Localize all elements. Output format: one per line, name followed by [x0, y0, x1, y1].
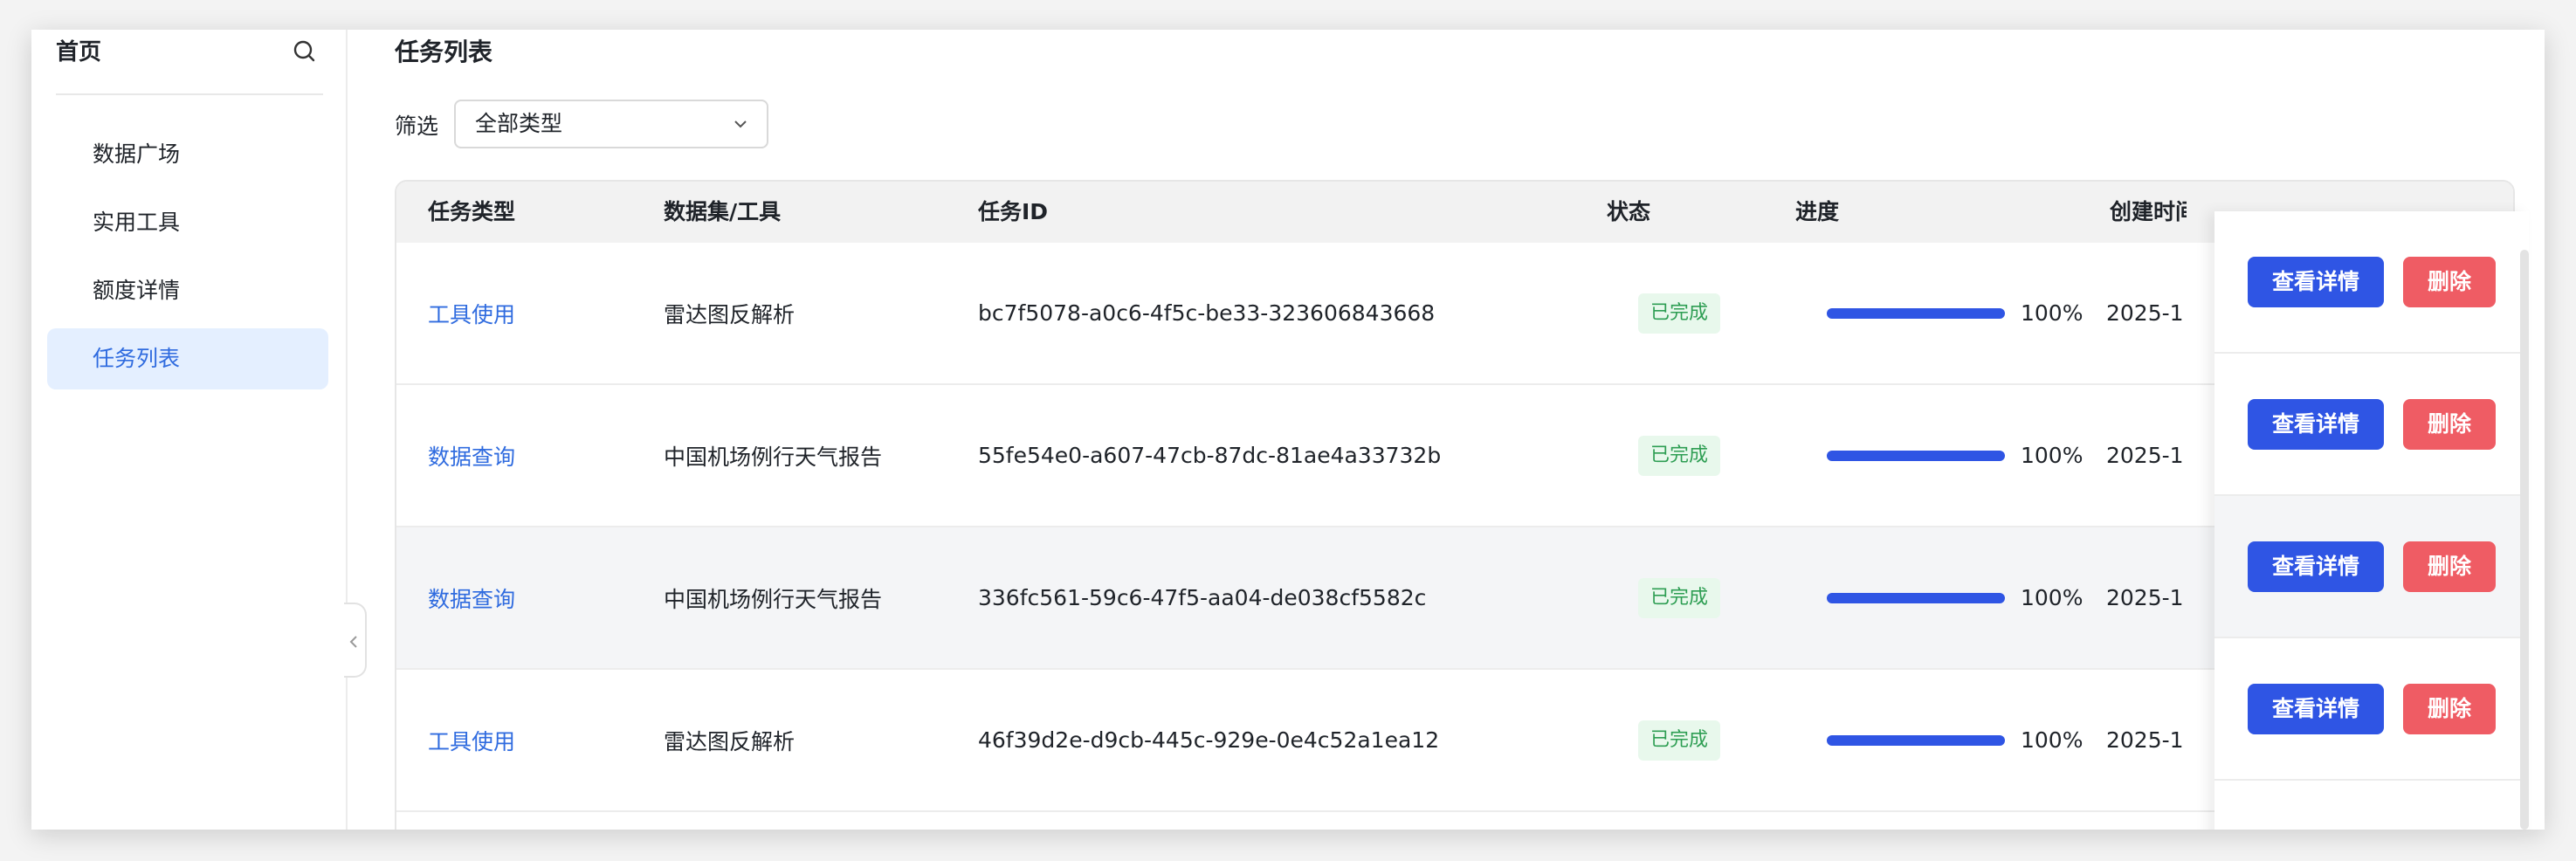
- status-badge: 已完成: [1638, 435, 1721, 476]
- action-row: 查看详情 删除: [2214, 211, 2529, 354]
- progress-bar: [1827, 734, 2005, 746]
- progress-bar-fill: [1827, 307, 2005, 319]
- task-id: bc7f5078-a0c6-4f5c-be33-323606843668: [978, 300, 1436, 326]
- table-header: 任务类型 数据集/工具 任务ID 状态 进度 创建时间: [396, 182, 2513, 245]
- type-filter-select[interactable]: 全部类型: [454, 100, 768, 148]
- progress-bar-fill: [1827, 592, 2005, 603]
- status-badge: 已完成: [1638, 293, 1721, 334]
- status-badge: 已完成: [1638, 577, 1721, 618]
- app-window: 首页 数据广场 实用工具 额度详情 任务列表 任务列表 筛选 全部类型 任务类型…: [31, 30, 2545, 830]
- table-row: 数据查询 中国机场例行天气报告 55fe54e0-a607-47cb-87dc-…: [396, 385, 2513, 527]
- progress-bar: [1827, 307, 2005, 319]
- progress-cell: 100%: [1827, 243, 2106, 383]
- delete-button[interactable]: 删除: [2403, 398, 2496, 450]
- task-type-link[interactable]: 数据查询: [428, 582, 515, 614]
- task-id: 46f39d2e-d9cb-445c-929e-0e4c52a1ea12: [978, 727, 1440, 753]
- sidebar-title: 首页: [56, 39, 102, 65]
- page-title: 任务列表: [395, 38, 493, 66]
- created-time: 2025-1: [2106, 385, 2187, 526]
- chevron-left-icon: [349, 636, 357, 648]
- view-details-button[interactable]: 查看详情: [2248, 256, 2384, 307]
- action-row: 查看详情 删除: [2214, 638, 2529, 781]
- sidebar-divider: [56, 93, 323, 95]
- progress-percent: 100%: [2021, 300, 2084, 326]
- task-type-link[interactable]: 工具使用: [428, 298, 515, 329]
- dataset-name: 中国机场例行天气报告: [664, 444, 883, 470]
- delete-button[interactable]: 删除: [2403, 256, 2496, 307]
- created-time-text: 2025-1: [2106, 585, 2184, 610]
- progress-percent: 100%: [2021, 443, 2084, 468]
- action-row: 查看详情 删除: [2214, 496, 2529, 638]
- created-time: 2025-1: [2106, 243, 2187, 383]
- column-header-dataset: 数据集/工具: [664, 199, 782, 224]
- task-type-link[interactable]: 工具使用: [428, 725, 515, 756]
- created-time-text: 2025-1: [2106, 443, 2184, 468]
- sidebar-item-label: 实用工具: [93, 210, 181, 235]
- sidebar-collapse-toggle[interactable]: [344, 603, 367, 678]
- fixed-action-column: 查看详情 删除 查看详情 删除 查看详情 删除 查看详情 删除: [2214, 211, 2529, 830]
- progress-bar: [1827, 450, 2005, 461]
- sidebar-item-tools[interactable]: 实用工具: [47, 192, 328, 253]
- sidebar-item-label: 数据广场: [93, 141, 181, 167]
- filter-selected-value: 全部类型: [475, 111, 563, 136]
- progress-cell: 100%: [1827, 527, 2106, 668]
- sidebar-item-label: 额度详情: [93, 278, 181, 303]
- view-details-button[interactable]: 查看详情: [2248, 398, 2384, 450]
- search-icon[interactable]: [290, 37, 320, 66]
- progress-cell: 100%: [1827, 670, 2106, 810]
- progress-bar-fill: [1827, 734, 2005, 746]
- table-row: 工具使用 雷达图反解析 bc7f5078-a0c6-4f5c-be33-3236…: [396, 243, 2513, 385]
- sidebar-header: 首页: [56, 30, 320, 94]
- table-row: 数据查询 中国机场例行天气报告 336fc561-59c6-47f5-aa04-…: [396, 527, 2513, 670]
- table-row: 工具使用 雷达图反解析 46f39d2e-d9cb-445c-929e-0e4c…: [396, 670, 2513, 812]
- delete-button[interactable]: 删除: [2403, 541, 2496, 592]
- action-row: 查看详情 删除: [2214, 354, 2529, 496]
- view-details-button[interactable]: 查看详情: [2248, 683, 2384, 734]
- chevron-down-icon: [734, 121, 747, 128]
- column-header-type: 任务类型: [428, 199, 516, 224]
- created-time-text: 2025-1: [2106, 300, 2184, 326]
- view-details-button[interactable]: 查看详情: [2248, 541, 2384, 592]
- task-type-link[interactable]: 数据查询: [428, 440, 515, 472]
- sidebar-item-tasks[interactable]: 任务列表: [47, 328, 328, 389]
- task-id: 336fc561-59c6-47f5-aa04-de038cf5582c: [978, 585, 1427, 610]
- sidebar: 首页 数据广场 实用工具 额度详情 任务列表: [31, 30, 348, 830]
- dataset-name: 中国机场例行天气报告: [664, 586, 883, 612]
- vertical-scrollbar[interactable]: [2520, 250, 2529, 830]
- sidebar-item-quota[interactable]: 额度详情: [47, 260, 328, 321]
- dataset-name: 雷达图反解析: [664, 728, 796, 754]
- progress-percent: 100%: [2021, 727, 2084, 753]
- progress-cell: 100%: [1827, 385, 2106, 526]
- column-header-status: 状态: [1607, 199, 1651, 224]
- task-id: 55fe54e0-a607-47cb-87dc-81ae4a33732b: [978, 443, 1442, 468]
- column-header-task-id: 任务ID: [978, 199, 1049, 224]
- sidebar-item-data-square[interactable]: 数据广场: [47, 124, 328, 185]
- column-header-progress: 进度: [1795, 199, 1840, 224]
- created-time: 2025-1: [2106, 670, 2187, 810]
- created-time-text: 2025-1: [2106, 727, 2184, 753]
- filter-label: 筛选: [395, 114, 439, 139]
- progress-percent: 100%: [2021, 585, 2084, 610]
- column-header-created: 创建时间: [2110, 199, 2187, 224]
- delete-button[interactable]: 删除: [2403, 683, 2496, 734]
- dataset-name: 雷达图反解析: [664, 301, 796, 327]
- task-table: 任务类型 数据集/工具 任务ID 状态 进度 创建时间 工具使用 雷达图反解析 …: [395, 180, 2515, 830]
- created-time: 2025-1: [2106, 527, 2187, 668]
- progress-bar-fill: [1827, 450, 2005, 461]
- progress-bar: [1827, 592, 2005, 603]
- sidebar-item-label: 任务列表: [93, 346, 181, 371]
- status-badge: 已完成: [1638, 720, 1721, 761]
